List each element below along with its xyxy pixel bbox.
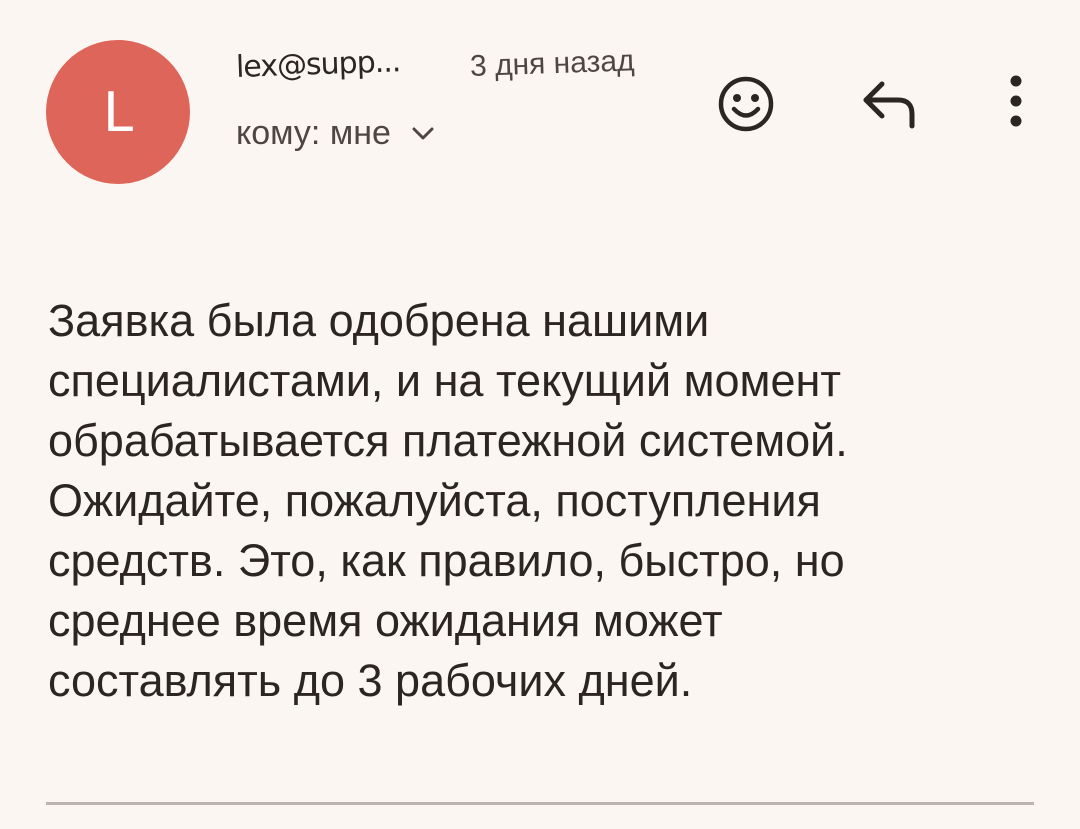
sender-name[interactable]: lex@supp...	[235, 44, 400, 85]
more-vert-icon	[1010, 75, 1022, 127]
smiley-face-icon	[718, 76, 774, 132]
add-reaction-button[interactable]	[714, 72, 778, 136]
recipient-toggle[interactable]: кому: мне	[236, 114, 435, 153]
reply-arrow-icon	[863, 81, 915, 129]
reply-button[interactable]	[856, 76, 920, 132]
avatar-letter: L	[102, 80, 134, 144]
recipient-label: кому: мне	[236, 114, 391, 152]
message-body: Заявка была одобрена нашими специалистам…	[48, 295, 848, 706]
more-options-button[interactable]	[998, 72, 1034, 132]
message-divider	[46, 802, 1034, 805]
message-timestamp: 3 дня назад	[469, 44, 635, 83]
chevron-down-icon	[412, 127, 434, 139]
sender-avatar[interactable]: L	[46, 40, 190, 184]
